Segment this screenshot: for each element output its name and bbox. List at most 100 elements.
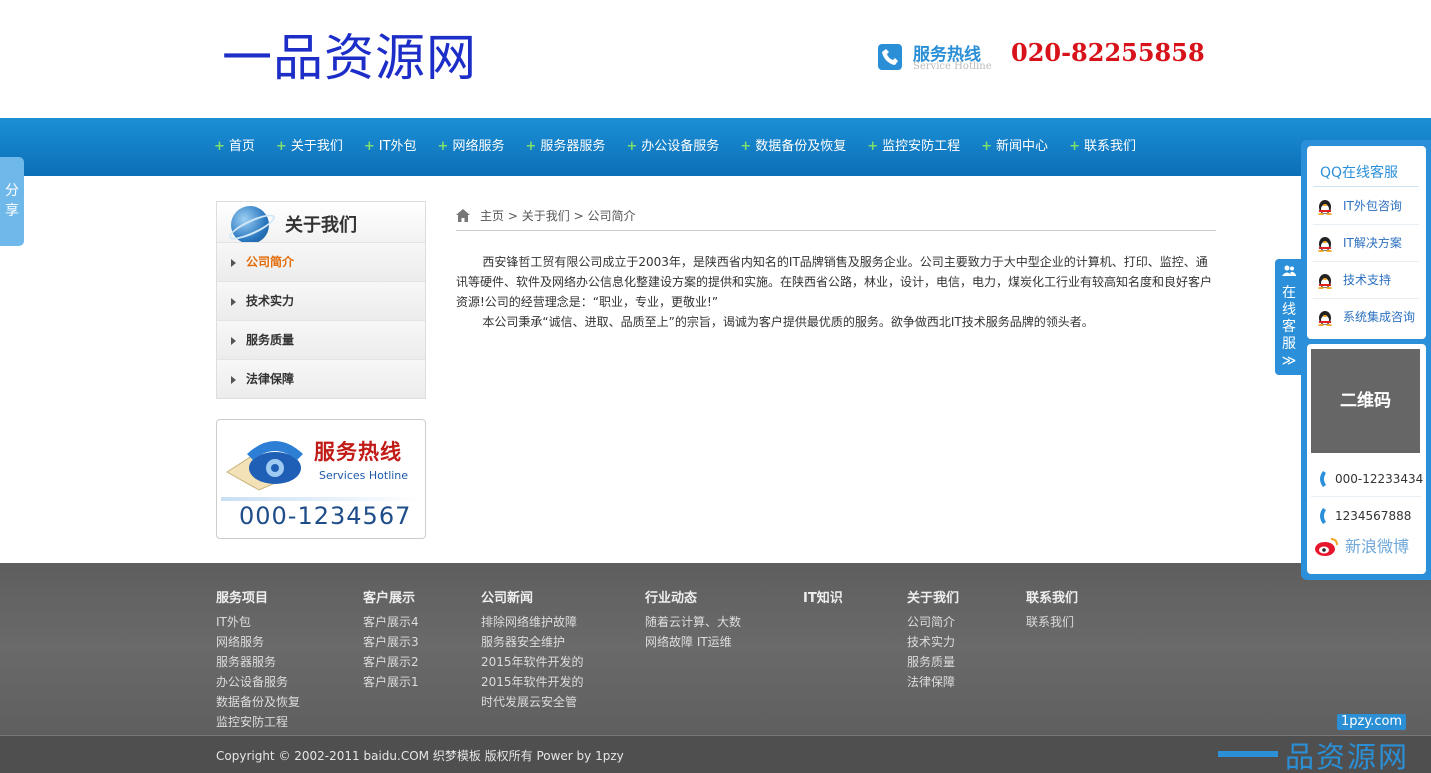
footer-link[interactable]: 服务器安全维护 — [481, 632, 584, 652]
footer-column-title[interactable]: 公司新闻 — [481, 587, 584, 606]
header: 一品资源网 服务热线 Service Hotline 020-82255858 — [0, 0, 1431, 118]
hotline-number: 020-82255858 — [1011, 38, 1205, 67]
footer-link[interactable]: 网络故障 IT运维 — [645, 632, 741, 652]
tel-item[interactable]: 000-12233434 — [1311, 461, 1423, 497]
footer-column-title[interactable]: 联系我们 — [1026, 587, 1078, 606]
footer-column-title[interactable]: 关于我们 — [907, 587, 959, 606]
nav-item-label: 联系我们 — [1083, 139, 1136, 154]
nav-item-contact[interactable]: + 联系我们 — [1069, 118, 1136, 176]
footer-column-title[interactable]: 服务项目 — [216, 587, 300, 606]
sidebar-item-label: 法律保障 — [246, 372, 295, 386]
sidebar-item-technical-strength[interactable]: 技术实力 — [217, 281, 425, 320]
footer-link[interactable]: 随着云计算、大数 — [645, 612, 741, 632]
footer-link[interactable]: 2015年软件开发的 — [481, 672, 584, 692]
weibo-icon — [1315, 538, 1338, 556]
qq-panel-title: QQ在线客服 — [1320, 165, 1399, 181]
phone-icon — [1320, 471, 1326, 487]
breadcrumb-level1[interactable]: 关于我们 — [522, 209, 570, 223]
nav-item-label: 办公设备服务 — [641, 139, 720, 154]
footer-column-customers: 客户展示 客户展示4 客户展示3 客户展示2 客户展示1 — [363, 587, 419, 692]
nav-item-server-service[interactable]: + 服务器服务 — [525, 118, 605, 176]
footer-link[interactable]: 客户展示1 — [363, 672, 419, 692]
footer-link[interactable]: 时代发展云安全管 — [481, 692, 584, 712]
plus-icon: + — [363, 139, 375, 154]
plus-icon: + — [981, 139, 993, 154]
plus-icon: + — [740, 139, 752, 154]
online-tab-label: 线 — [1282, 302, 1296, 318]
tel-item[interactable]: 1234567888 — [1311, 498, 1421, 534]
plus-icon: + — [626, 139, 638, 154]
sidebar-hotline-subtitle: Services Hotline — [319, 469, 409, 482]
divider — [221, 497, 421, 501]
qq-item-tech-support[interactable]: 技术支持 — [1313, 262, 1419, 299]
footer-link[interactable]: 数据备份及恢复 — [216, 692, 300, 712]
home-icon — [456, 209, 470, 222]
qr-code: 二维码 — [1311, 349, 1420, 453]
footer-link[interactable]: 网络服务 — [216, 632, 300, 652]
footer-link[interactable]: 服务器服务 — [216, 652, 300, 672]
share-tab[interactable]: 分享 — [0, 157, 24, 246]
qq-item-it-solutions[interactable]: IT解决方案 — [1313, 225, 1419, 262]
phone-icon — [1320, 508, 1326, 524]
nav-item-office-equipment[interactable]: + 办公设备服务 — [626, 118, 719, 176]
footer-link[interactable]: 法律保障 — [907, 672, 959, 692]
sidebar-item-label: 技术实力 — [246, 294, 295, 308]
footer-link[interactable]: 客户展示4 — [363, 612, 419, 632]
nav-item-label: 新闻中心 — [996, 139, 1049, 154]
nav-item-data-backup[interactable]: + 数据备份及恢复 — [740, 118, 846, 176]
footer-link[interactable]: 公司简介 — [907, 612, 959, 632]
nav-item-security-monitoring[interactable]: + 监控安防工程 — [867, 118, 960, 176]
footer-link[interactable]: 联系我们 — [1026, 612, 1078, 632]
contact-box: 二维码 000-12233434 1234567888 新浪微博 — [1307, 344, 1426, 574]
hotline-subtitle: Service Hotline — [913, 61, 992, 72]
plus-icon: + — [867, 139, 879, 154]
footer-link[interactable]: 办公设备服务 — [216, 672, 300, 692]
nav-item-label: 关于我们 — [290, 139, 343, 154]
sidebar-item-legal-guarantee[interactable]: 法律保障 — [217, 359, 425, 398]
nav-item-network-service[interactable]: + 网络服务 — [438, 118, 505, 176]
breadcrumb-current[interactable]: 公司简介 — [587, 209, 635, 223]
footer-link[interactable]: 排除网络维护故障 — [481, 612, 584, 632]
footer-link[interactable]: 服务质量 — [907, 652, 959, 672]
sidebar-item-label: 服务质量 — [246, 333, 295, 347]
nav-item-label: 数据备份及恢复 — [755, 139, 847, 154]
footer-link[interactable]: IT外包 — [216, 612, 300, 632]
qq-item-it-outsourcing[interactable]: IT外包咨询 — [1313, 188, 1419, 225]
footer-column-title[interactable]: 客户展示 — [363, 587, 419, 606]
weibo-link[interactable]: 新浪微博 — [1315, 532, 1425, 562]
qq-penguin-icon — [1318, 237, 1332, 252]
footer-link[interactable]: 监控安防工程 — [216, 712, 300, 732]
breadcrumb-home[interactable]: 主页 — [480, 209, 504, 223]
phone-icon — [878, 44, 902, 70]
header-hotline: 服务热线 Service Hotline 020-82255858 — [878, 38, 1218, 78]
sidebar-title: 关于我们 — [285, 215, 357, 236]
plus-icon: + — [275, 139, 287, 154]
online-tab-label: 客 — [1282, 319, 1296, 335]
main-content: 主页 > 关于我们 > 公司简介 西安锋哲工贸有限公司成立于2003年，是陕西省… — [456, 201, 1216, 332]
nav-item-label: IT外包 — [378, 139, 417, 154]
divider — [1313, 186, 1419, 187]
footer-link[interactable]: 客户展示3 — [363, 632, 419, 652]
nav-item-it-outsourcing[interactable]: + IT外包 — [364, 118, 417, 176]
qq-penguin-icon — [1318, 274, 1332, 289]
triangle-right-icon — [231, 258, 236, 267]
qq-item-system-integration[interactable]: 系统集成咨询 — [1313, 299, 1419, 336]
footer-link[interactable]: 2015年软件开发的 — [481, 652, 584, 672]
footer-link[interactable]: 客户展示2 — [363, 652, 419, 672]
nav-item-news[interactable]: + 新闻中心 — [981, 118, 1048, 176]
sidebar-item-service-quality[interactable]: 服务质量 — [217, 320, 425, 359]
footer-link[interactable]: 技术实力 — [907, 632, 959, 652]
triangle-right-icon — [231, 375, 236, 384]
nav-item-about[interactable]: + 关于我们 — [276, 118, 343, 176]
footer-column-title[interactable]: IT知识 — [803, 587, 843, 606]
weibo-label: 新浪微博 — [1345, 537, 1410, 556]
footer-column-title[interactable]: 行业动态 — [645, 587, 741, 606]
sidebar-item-company-profile[interactable]: 公司简介 — [217, 242, 425, 281]
nav-item-home[interactable]: + 首页 — [214, 118, 255, 176]
online-service-tab[interactable]: 在 线 客 服 ≫ — [1275, 259, 1303, 375]
site-logo[interactable]: 一品资源网 — [222, 26, 477, 90]
qq-item-label: 技术支持 — [1343, 273, 1392, 287]
qq-penguin-icon — [1318, 311, 1332, 326]
watermark-logo-dash — [1218, 751, 1278, 757]
breadcrumb-separator: > — [507, 209, 518, 223]
